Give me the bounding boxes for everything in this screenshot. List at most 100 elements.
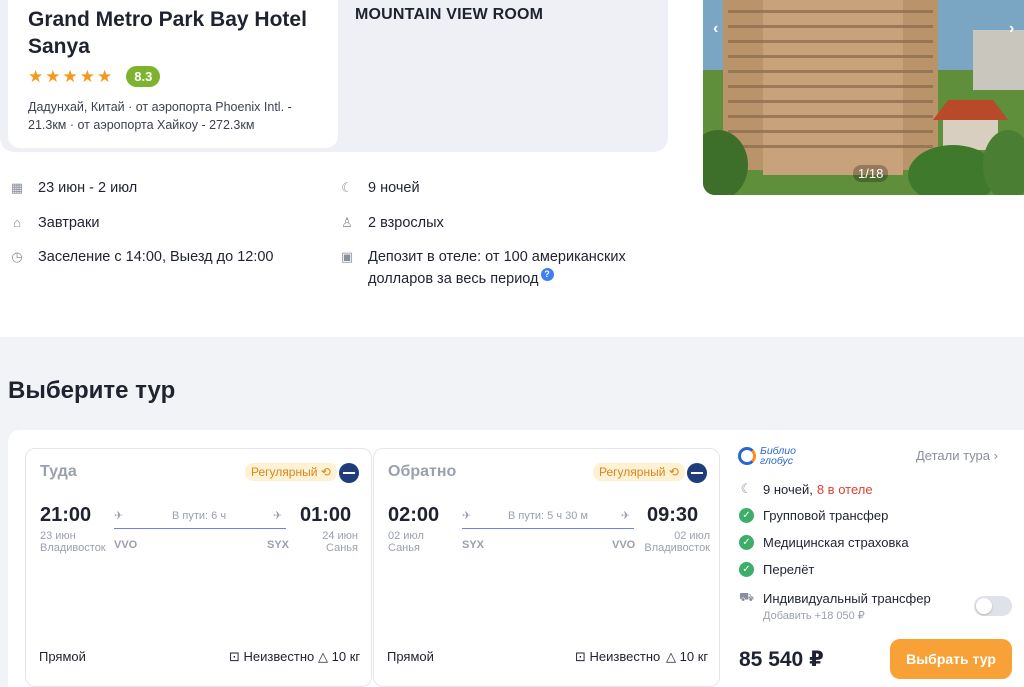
rating-score-badge: 8.3 — [126, 65, 161, 87]
departure-time: 02:00 — [388, 504, 440, 526]
feature-item: ✓ Медицинская страховка — [739, 535, 909, 550]
landing-icon: ✈ — [273, 510, 283, 522]
feature-label: Групповой трансфер — [763, 508, 889, 523]
star-icon: ★ — [28, 66, 44, 86]
detail-nights: ☾ 9 ночей — [338, 177, 420, 199]
arrival-city: Владивосток — [644, 542, 710, 554]
flight-type: Прямой — [387, 649, 434, 664]
star-icon: ★ — [62, 66, 78, 86]
tour-details-link[interactable]: Детали тура › — [916, 448, 998, 463]
operator-logo: Библио глобус — [738, 446, 796, 466]
nights-in-hotel: 8 в отеле — [816, 481, 873, 497]
room-title: MOUNTAIN VIEW ROOM — [355, 6, 544, 23]
flight-direction-label: Туда — [40, 463, 77, 480]
airline-logo-icon — [339, 463, 359, 483]
arrival-city: Санья — [326, 542, 358, 554]
meal-text: Завтраки — [38, 215, 100, 231]
operator-name-line2: глобус — [760, 455, 793, 467]
moon-icon: ☾ — [341, 180, 353, 195]
bag-icon: △ — [666, 649, 676, 664]
arrival-time: 09:30 — [647, 504, 699, 526]
arrival-airport-code: VVO — [612, 539, 636, 551]
nights-text: 9 ночей — [368, 180, 420, 196]
feature-label: Перелёт — [763, 562, 815, 577]
badge-text: Регулярный — [599, 465, 666, 479]
arrival-airport-code: SYX — [267, 539, 290, 551]
feature-nights: ☾ 9 ночей, 8 в отеле — [739, 481, 873, 497]
checkin-text: Заселение с 14:00, Выезд до 12:00 — [38, 249, 274, 265]
hand-luggage-text: 10 кг — [331, 649, 361, 664]
flight-direction-label: Обратно — [388, 463, 457, 480]
departure-time: 21:00 — [40, 504, 92, 526]
check-icon: ✓ — [739, 562, 754, 577]
star-icon: ★ — [79, 66, 95, 86]
baggage-text: Неизвестно — [589, 649, 661, 664]
hand-luggage-text: 10 кг — [679, 649, 709, 664]
hand-luggage-info: △ 10 кг — [666, 649, 708, 665]
help-icon[interactable]: ? — [540, 268, 554, 281]
baggage-icon: ⊡ — [229, 649, 240, 664]
takeoff-icon: ✈ — [462, 510, 472, 522]
flight-duration: В пути: 6 ч — [172, 510, 227, 522]
regular-badge: Регулярный ⟲ — [245, 463, 337, 481]
dates-text: 23 июн - 2 июл — [38, 180, 138, 196]
star-icon: ★ — [97, 66, 113, 86]
operator-logo-icon — [738, 447, 756, 465]
panel-nights-text: 9 ночей, — [763, 481, 813, 497]
departure-airport-code: SYX — [462, 539, 485, 551]
operator-name: Библио глобус — [760, 446, 796, 467]
car-icon: ⛟ — [739, 590, 755, 604]
select-tour-button[interactable]: Выбрать тур — [890, 639, 1012, 679]
departure-city: Санья — [388, 542, 420, 554]
departure-airport-code: VVO — [114, 539, 138, 551]
arrival-time: 01:00 — [300, 504, 352, 526]
baggage-icon: ⊡ — [575, 649, 586, 664]
departure-city: Владивосток — [40, 542, 106, 554]
detail-guests: ♙ 2 взрослых — [338, 212, 444, 234]
flight-card-outbound[interactable]: Туда Регулярный ⟲ 21:00 23 июн Владивост… — [25, 448, 372, 687]
calendar-icon: ▦ — [10, 180, 24, 195]
hotel-stars: ★ ★ ★ ★ ★ — [28, 68, 112, 85]
hotel-address: Дадунхай, Китай · от аэропорта Phoenix I… — [28, 100, 292, 132]
detail-deposit: ▣ Депозит в отеле: от 100 американских д… — [338, 246, 658, 290]
feature-item: ✓ Групповой трансфер — [739, 508, 888, 523]
guests-text: 2 взрослых — [368, 215, 444, 231]
moon-icon: ☾ — [740, 481, 753, 496]
cloche-icon: ⌂ — [13, 215, 21, 230]
star-icon: ★ — [45, 66, 61, 86]
detail-meal: ⌂ Завтраки — [8, 212, 99, 234]
check-icon: ✓ — [739, 508, 754, 523]
clock-icon: ◷ — [11, 249, 23, 264]
person-icon: ♙ — [341, 215, 353, 230]
flight-type: Прямой — [39, 649, 86, 664]
baggage-info: ⊡ Неизвестно — [575, 649, 660, 665]
check-icon: ✓ — [739, 535, 754, 550]
chevron-right-icon: › — [993, 448, 998, 463]
badge-text: Регулярный — [251, 465, 318, 479]
route-line — [462, 528, 634, 529]
feature-individual-transfer: ⛟ Индивидуальный трансфер — [739, 590, 931, 606]
airline-logo-icon — [687, 463, 707, 483]
flight-card-return[interactable]: Обратно Регулярный ⟲ 02:00 02 июл Санья … — [373, 448, 720, 687]
takeoff-icon: ✈ — [114, 510, 124, 522]
individual-transfer-toggle[interactable] — [974, 596, 1012, 616]
hotel-photo-carousel[interactable]: ‹ › 1/18 — [703, 0, 1024, 195]
flight-duration: В пути: 5 ч 30 м — [508, 510, 588, 522]
deposit-block: Депозит в отеле: от 100 американских дол… — [368, 246, 658, 290]
photo-prev-icon[interactable]: ‹ — [713, 20, 718, 38]
photo-next-icon[interactable]: › — [1009, 20, 1014, 38]
route-line — [114, 528, 286, 529]
deposit-text: Депозит в отеле: от 100 американских дол… — [368, 249, 626, 287]
detail-checkin: ◷ Заселение с 14:00, Выезд до 12:00 — [8, 246, 274, 268]
feature-item: ✓ Перелёт — [739, 562, 814, 577]
tour-details-label: Детали тура — [916, 448, 991, 463]
individual-transfer-price: Добавить +18 050 ₽ — [763, 610, 865, 622]
wallet-icon: ▣ — [340, 249, 354, 264]
hotel-name: Grand Metro Park Bay Hotel Sanya — [28, 8, 307, 58]
feature-label: Медицинская страховка — [763, 535, 909, 550]
hand-luggage-info: △ 10 кг — [318, 649, 360, 665]
individual-transfer-label: Индивидуальный трансфер — [763, 590, 931, 606]
detail-dates: ▦ 23 июн - 2 июл — [8, 177, 137, 199]
landing-icon: ✈ — [621, 510, 631, 522]
regular-badge: Регулярный ⟲ — [593, 463, 685, 481]
